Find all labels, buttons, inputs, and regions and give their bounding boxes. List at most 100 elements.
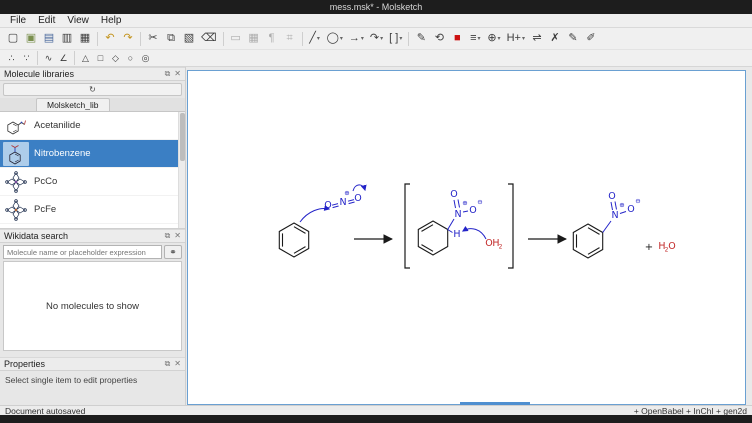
angle-chain-tool[interactable]: ∠ [56, 51, 71, 65]
atom-label: O [627, 204, 634, 215]
library-settings-button[interactable]: ↻ [3, 83, 182, 96]
hydrogen-tool[interactable]: H+ ▾ [504, 30, 528, 48]
cut[interactable]: ✂ [144, 30, 162, 48]
save-as[interactable]: ▥ [58, 30, 76, 48]
redo[interactable]: ↷ [119, 30, 137, 48]
wikidata-search-input[interactable] [3, 245, 162, 259]
wikidata-results-area: No molecules to show [3, 261, 182, 351]
library-item-pcco[interactable]: PcCo [0, 168, 185, 196]
open-file[interactable]: ▣ [22, 30, 40, 48]
library-item-pcfe[interactable]: PcFe [0, 196, 185, 224]
export-image[interactable]: ▦ [76, 30, 94, 48]
pen-minus-tool[interactable]: ✐ [582, 30, 600, 48]
charge-label: ⊕ [344, 189, 349, 197]
float-panel-icon[interactable]: ⧉ [165, 360, 171, 368]
charge-tool[interactable]: ⊕ ▾ [484, 30, 503, 48]
deprotonation-arrow[interactable] [463, 229, 486, 239]
library-scrollbar-thumb[interactable] [180, 113, 185, 161]
toolbar-icon: ≡ [470, 33, 476, 44]
line-width[interactable]: ≡ ▾ [466, 30, 484, 48]
dropdown-caret: ▾ [399, 36, 402, 42]
charge-label: ⊕ [462, 199, 467, 207]
new-document[interactable]: ▢ [4, 30, 22, 48]
toolbar-icon: ⊕ [487, 33, 496, 44]
electron-loop-arrow[interactable] [353, 185, 365, 191]
toolbar-icon: ⌗ [286, 33, 292, 44]
copy[interactable]: ⧉ [162, 30, 180, 48]
nitronium-ion[interactable]: O N O ⊕ [324, 185, 365, 211]
toolbar-icon: ✎ [417, 33, 426, 44]
add-frame[interactable]: ▭ [227, 30, 245, 48]
float-panel-icon[interactable]: ⧉ [165, 70, 171, 78]
toolbar-separator [302, 32, 303, 46]
intermediate-complex[interactable]: N O O ⊕ ⊖ H O H 2 [418, 189, 502, 255]
bracket-tool[interactable]: [ ] ▾ [386, 30, 405, 48]
atom-label: O [668, 241, 675, 252]
close-panel-icon[interactable]: ✕ [174, 70, 181, 78]
intermediate-brackets[interactable] [405, 184, 513, 268]
binoculars-icon: ⚭ [169, 247, 177, 258]
ring-3-tool[interactable]: △ [78, 51, 93, 65]
save-file[interactable]: ▤ [40, 30, 58, 48]
delete-selection[interactable]: ⌫ [198, 30, 220, 48]
ring-6-tool[interactable]: ○ [123, 51, 138, 65]
menu-edit[interactable]: Edit [32, 14, 61, 27]
dropdown-caret: ▾ [361, 36, 364, 42]
toolbar-separator [140, 32, 141, 46]
aromatic-ring-tool[interactable]: ◎ [138, 51, 153, 65]
wikidata-search-row: ⚭ [0, 243, 185, 261]
product-nitrobenzene[interactable]: N O O ⊕ ⊖ [573, 191, 640, 258]
add-picture[interactable]: ▦ [245, 30, 263, 48]
paste[interactable]: ▧ [180, 30, 198, 48]
drawing-canvas[interactable]: O N O ⊕ [187, 70, 746, 405]
dropdown-caret: ▾ [380, 36, 383, 42]
menubar: File Edit View Help [0, 14, 752, 28]
flip-tool[interactable]: ⇌ [528, 30, 546, 48]
library-item-acetanilide[interactable]: Acetanilide [0, 112, 185, 140]
left-dock: Molecule libraries ⧉ ✕ ↻ Molsketch_lib A… [0, 67, 186, 405]
ring-5-tool[interactable]: ◇ [108, 51, 123, 65]
tab-molsketch-lib[interactable]: Molsketch_lib [36, 98, 110, 111]
add-table[interactable]: ⌗ [281, 30, 299, 48]
float-panel-icon[interactable]: ⧉ [165, 232, 171, 240]
wikidata-search-button[interactable]: ⚭ [164, 245, 182, 259]
library-item-label: Acetanilide [34, 120, 80, 131]
toolbar-icon: ▣ [26, 33, 36, 44]
draw-tool[interactable]: ╱ ▾ [306, 30, 324, 48]
lasso-tool[interactable]: ✎ [412, 30, 430, 48]
undo[interactable]: ↶ [101, 30, 119, 48]
dropdown-caret: ▾ [478, 36, 481, 42]
toolbar-icon: ⌫ [201, 33, 217, 44]
close-panel-icon[interactable]: ✕ [174, 360, 181, 368]
panel-header-wikidata-search: Wikidata search ⧉ ✕ [0, 229, 185, 243]
ring-4-tool[interactable]: □ [93, 51, 108, 65]
reactant-benzene[interactable] [279, 223, 308, 257]
delete-tool[interactable]: ✗ [546, 30, 564, 48]
toolbar-icon: □ [98, 54, 103, 63]
menu-view[interactable]: View [61, 14, 95, 27]
ring-tool[interactable]: ◯ ▾ [324, 30, 346, 48]
main-toolbar: ▢ ▣ ▤ ▥ ▦ ↶ ↷ ✂ ⧉ ▧ [0, 28, 752, 50]
atom-label: N [611, 210, 618, 221]
toolbar-icon: ▧ [184, 33, 194, 44]
library-item-label: PcCo [34, 176, 57, 187]
mechanism-arrow-tool[interactable]: ↷ ▾ [367, 30, 386, 48]
molecule-thumbnail [3, 170, 29, 194]
reaction-arrow-tool[interactable]: → ▾ [346, 30, 367, 48]
library-scrollbar[interactable] [178, 112, 185, 228]
close-panel-icon[interactable]: ✕ [174, 232, 181, 240]
pen-plus-tool[interactable]: ✎ [564, 30, 582, 48]
subscript-label: 2 [499, 244, 503, 251]
lone-pair-tool[interactable]: ∴ [4, 51, 19, 65]
rotate-tool[interactable]: ⟲ [430, 30, 448, 48]
window-titlebar[interactable]: mess.msk* - Molsketch [0, 0, 752, 14]
menu-file[interactable]: File [4, 14, 32, 27]
menu-help[interactable]: Help [95, 14, 128, 27]
water-molecule[interactable]: H 2 O [658, 241, 675, 254]
chain-tool[interactable]: ∿ [41, 51, 56, 65]
add-text[interactable]: ¶ [263, 30, 281, 48]
library-item-nitrobenzene[interactable]: Nitrobenzene [0, 140, 185, 168]
radical-tool[interactable]: ∵ [19, 51, 34, 65]
atom-label: H [453, 229, 460, 240]
color-picker[interactable]: ■ [448, 30, 466, 48]
